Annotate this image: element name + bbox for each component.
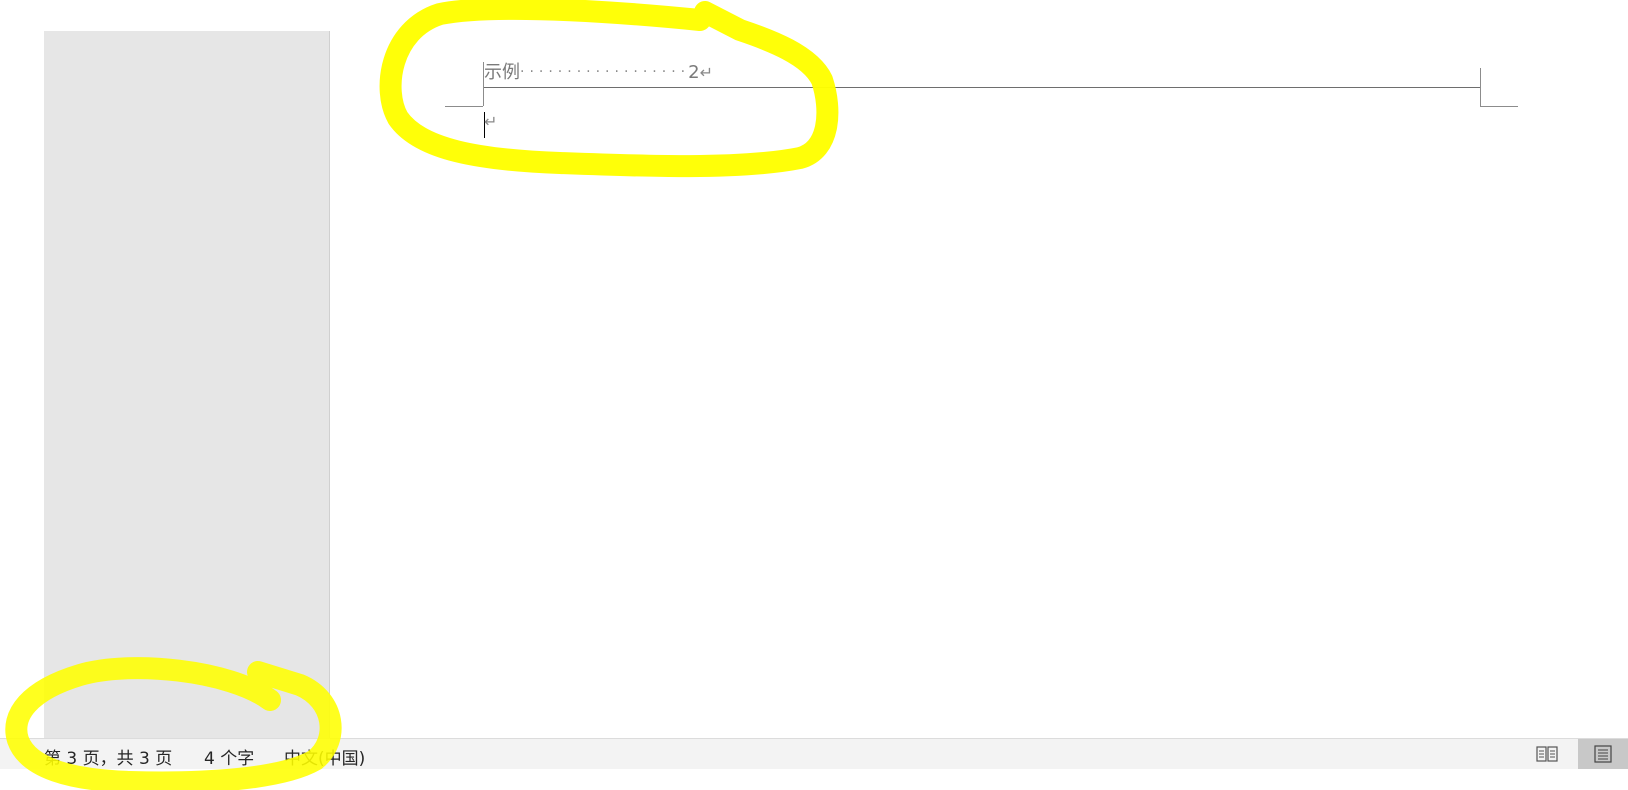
- status-bar: 第 3 页，共 3 页 4 个字 中文(中国): [0, 738, 1628, 769]
- crop-mark-top-left-h: [445, 106, 483, 107]
- document-page[interactable]: [330, 0, 1628, 738]
- read-mode-button[interactable]: [1523, 739, 1571, 769]
- navigation-pane: [44, 31, 330, 738]
- empty-paragraph[interactable]: ↵: [484, 112, 497, 131]
- paragraph-mark-icon: ↵: [484, 112, 498, 131]
- language-status[interactable]: 中文(中国): [284, 744, 365, 769]
- crop-mark-top-right-v: [1480, 68, 1481, 106]
- crop-mark-top-right-h: [1480, 106, 1518, 107]
- paragraph-mark-icon: ↵: [699, 63, 713, 82]
- print-layout-button[interactable]: [1578, 739, 1628, 769]
- header-rule: [484, 87, 1480, 88]
- page-count-status[interactable]: 第 3 页，共 3 页: [44, 744, 172, 769]
- toc-entry-title: 示例: [484, 62, 520, 83]
- read-mode-icon: [1536, 746, 1558, 762]
- toc-leader-dots: ··················: [520, 64, 691, 80]
- print-layout-icon: [1594, 745, 1612, 763]
- toc-entry[interactable]: 示例··················2↵: [484, 58, 713, 84]
- word-count-status[interactable]: 4 个字: [204, 744, 254, 769]
- word-processor-window: 示例··················2↵ ↵ 第 3 页，共 3 页 4 个…: [0, 0, 1628, 790]
- toc-entry-page-number: 2: [688, 62, 700, 83]
- window-bottom-margin: [0, 769, 1628, 790]
